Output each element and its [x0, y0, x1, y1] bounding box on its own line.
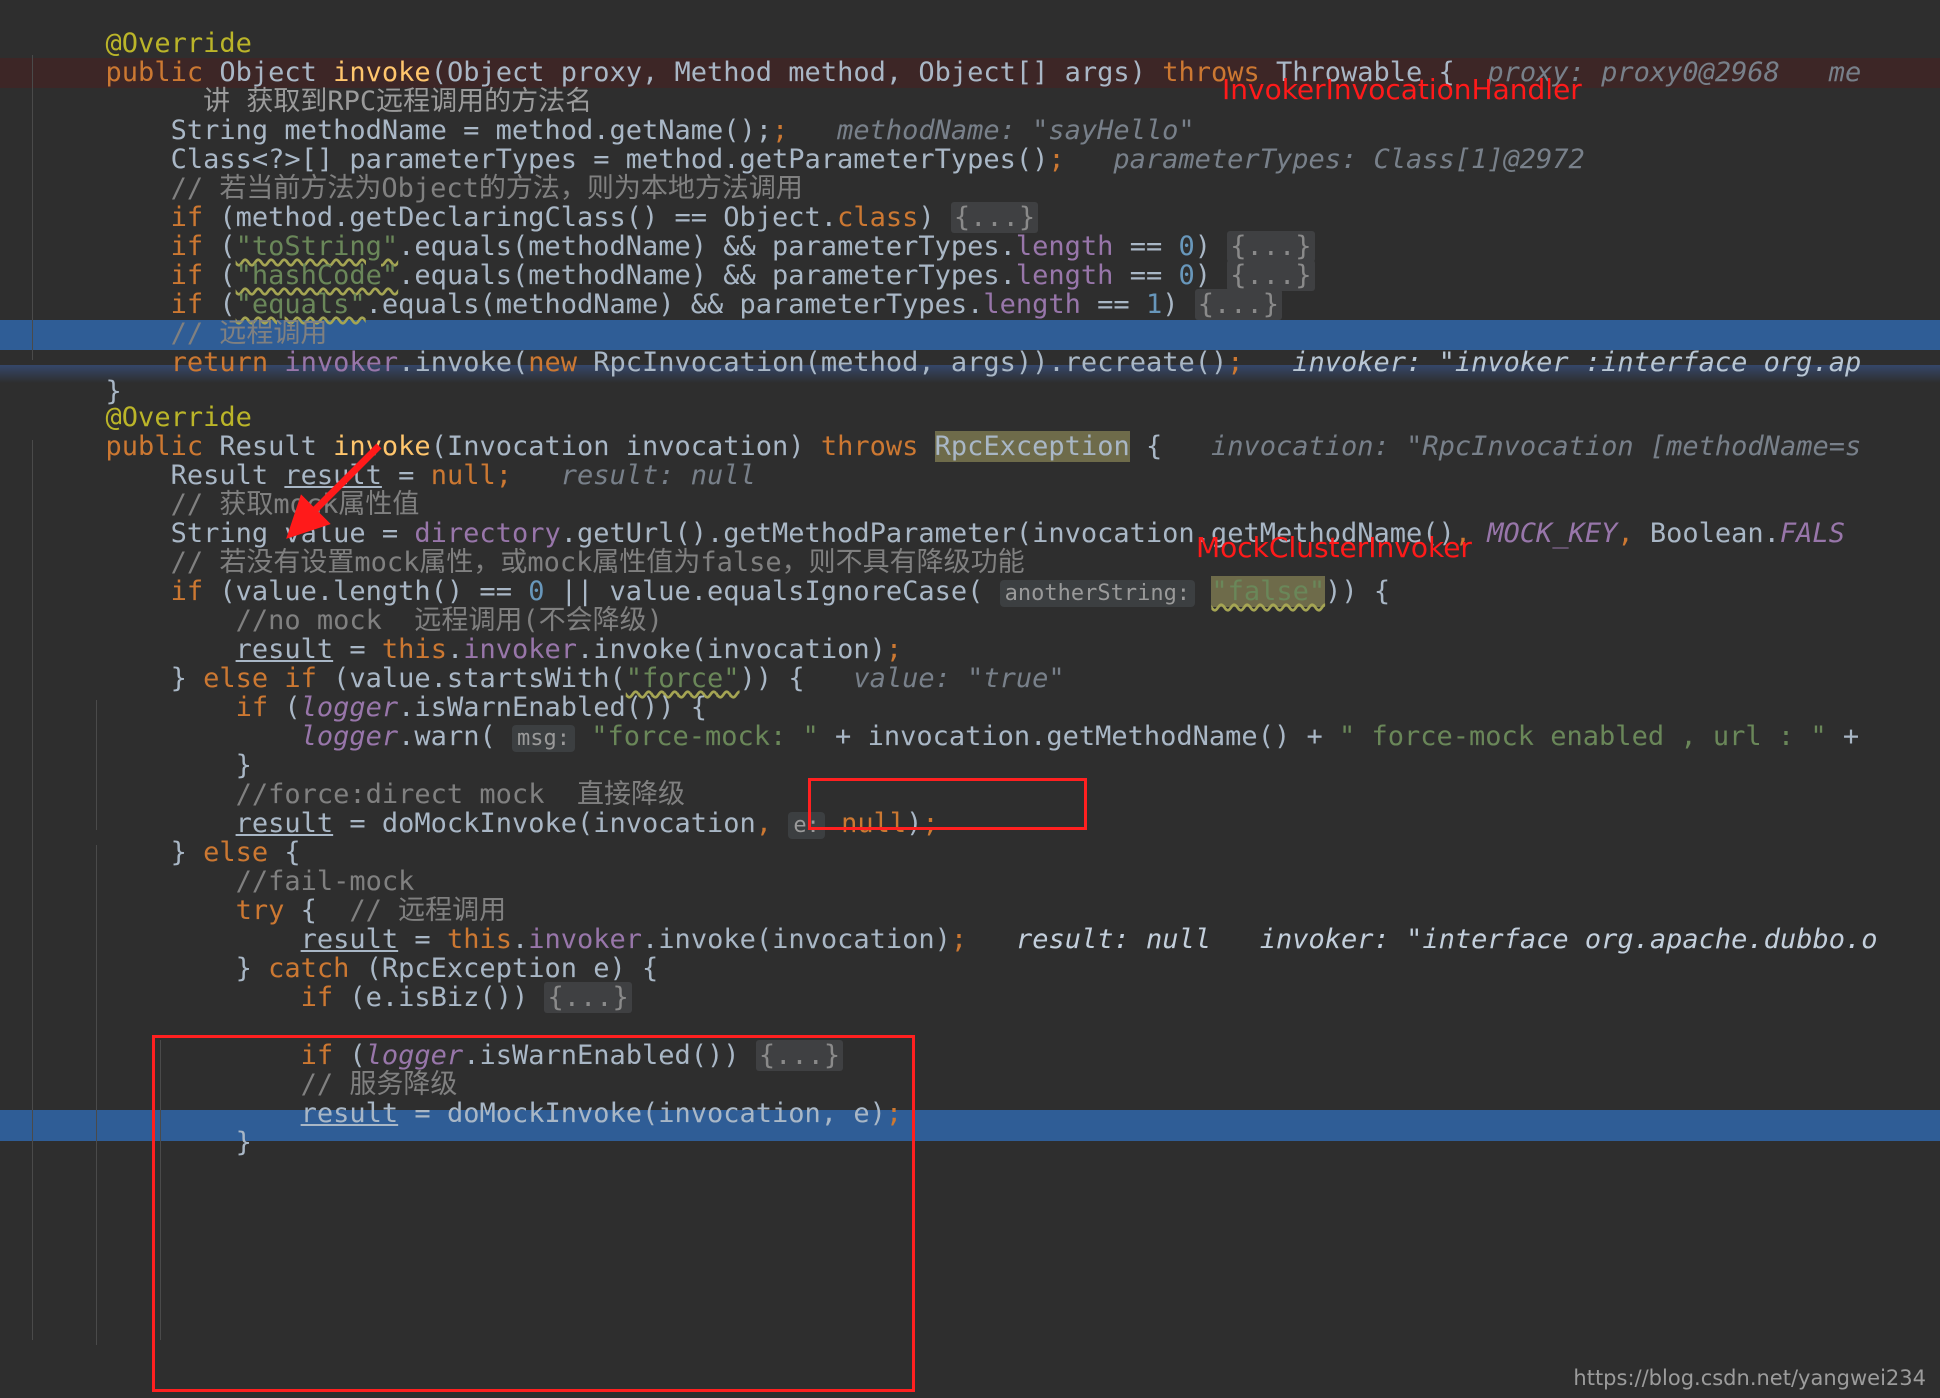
param-hint-e: e:: [788, 812, 825, 840]
annotation-override: @Override: [105, 28, 252, 60]
annotation-override: @Override: [105, 402, 252, 434]
comment-text: // 若当前方法为Object的方法，则为本地方法调用: [170, 173, 803, 205]
param-hint-anotherstring: anotherString:: [999, 580, 1196, 608]
code-line[interactable]: public Object invoke(Object proxy, Metho…: [8, 29, 1862, 87]
code-fold-placeholder[interactable]: {...}: [1194, 289, 1283, 321]
kw-public: public: [105, 57, 204, 89]
string-force-mock: "force-mock: ": [591, 721, 819, 753]
code-editor[interactable]: @Override public Object invoke(Object pr…: [0, 0, 1940, 1398]
exception-type-highlight: RpcException: [934, 431, 1130, 463]
label-mock-cluster-invoker: MockClusterInvoker: [1196, 531, 1472, 564]
string-tostring: "toString": [235, 231, 399, 263]
local-var-result: result: [235, 634, 334, 666]
comment-text: //no mock 远程调用(不会降级): [235, 605, 663, 637]
indent-guide: [32, 55, 33, 360]
inline-hint-value: value: "true": [837, 663, 1065, 695]
code-line[interactable]: @Override: [8, 0, 252, 58]
field-logger: logger: [300, 721, 399, 753]
field-logger: logger: [365, 1040, 464, 1072]
field-logger: logger: [300, 692, 399, 724]
comment-text: // 服务降级: [300, 1069, 458, 1101]
const-mock-key: MOCK_KEY: [1487, 518, 1618, 550]
string-force-mock-enabled: " force-mock enabled , url : ": [1338, 721, 1827, 753]
inline-hint-result: result: null: [511, 460, 756, 492]
inline-hint-invoker: invoker: "invoker :interface org.ap: [1243, 347, 1862, 379]
method-invoke: invoke: [333, 57, 431, 89]
local-var-result: result: [300, 1098, 399, 1130]
string-equals: "equals": [235, 289, 366, 321]
watermark-url: https://blog.csdn.net/yangwei234: [1573, 1366, 1926, 1390]
inline-hint-parametertypes: parameterTypes: Class[1]@2972: [1064, 144, 1585, 176]
code-fold-placeholder[interactable]: {...}: [950, 202, 1039, 234]
code-fold-placeholder[interactable]: {...}: [544, 982, 632, 1014]
indent-guide: [32, 440, 33, 1340]
param-hint-msg: msg:: [511, 725, 575, 753]
inline-hint-methodname: methodName: "sayHello": [788, 115, 1195, 147]
code-line[interactable]: if (logger.isWarnEnabled()) {...}: [8, 1012, 844, 1072]
todo-comment-text: 讲 获取到RPC远程调用的方法名: [203, 86, 593, 118]
indent-guide: [96, 700, 97, 830]
string-force: "force": [625, 663, 740, 695]
comment-text: // 远程调用: [170, 318, 328, 350]
string-hashcode: "hashCode": [235, 260, 399, 292]
inline-hint-result-invoker: result: null invoker: "interface org.apa…: [967, 924, 1878, 956]
red-arrow-pointer: [286, 443, 382, 539]
inline-hint-invocation: invocation: "RpcInvocation [methodName=s: [1162, 431, 1862, 463]
comment-text: //fail-mock: [235, 866, 415, 898]
local-var-result: result: [300, 924, 399, 956]
string-false: "false": [1211, 576, 1326, 608]
code-fold-placeholder[interactable]: {...}: [1227, 231, 1315, 263]
code-line[interactable]: public Result invoke(Invocation invocati…: [8, 403, 1861, 463]
indent-guide: [96, 845, 97, 1345]
code-line[interactable]: @Override: [8, 374, 252, 432]
label-invoker-invocation-handler: InvokerInvocationHandler: [1222, 73, 1582, 106]
local-var-result: result: [235, 808, 334, 840]
code-fold-placeholder[interactable]: {...}: [1227, 260, 1315, 292]
comment-text: // 若没有设置mock属性，或mock属性值为false，则不具有降级功能: [170, 547, 1025, 579]
code-fold-placeholder[interactable]: {...}: [755, 1040, 844, 1072]
comment-text: //force:direct mock 直接降级: [235, 779, 685, 811]
